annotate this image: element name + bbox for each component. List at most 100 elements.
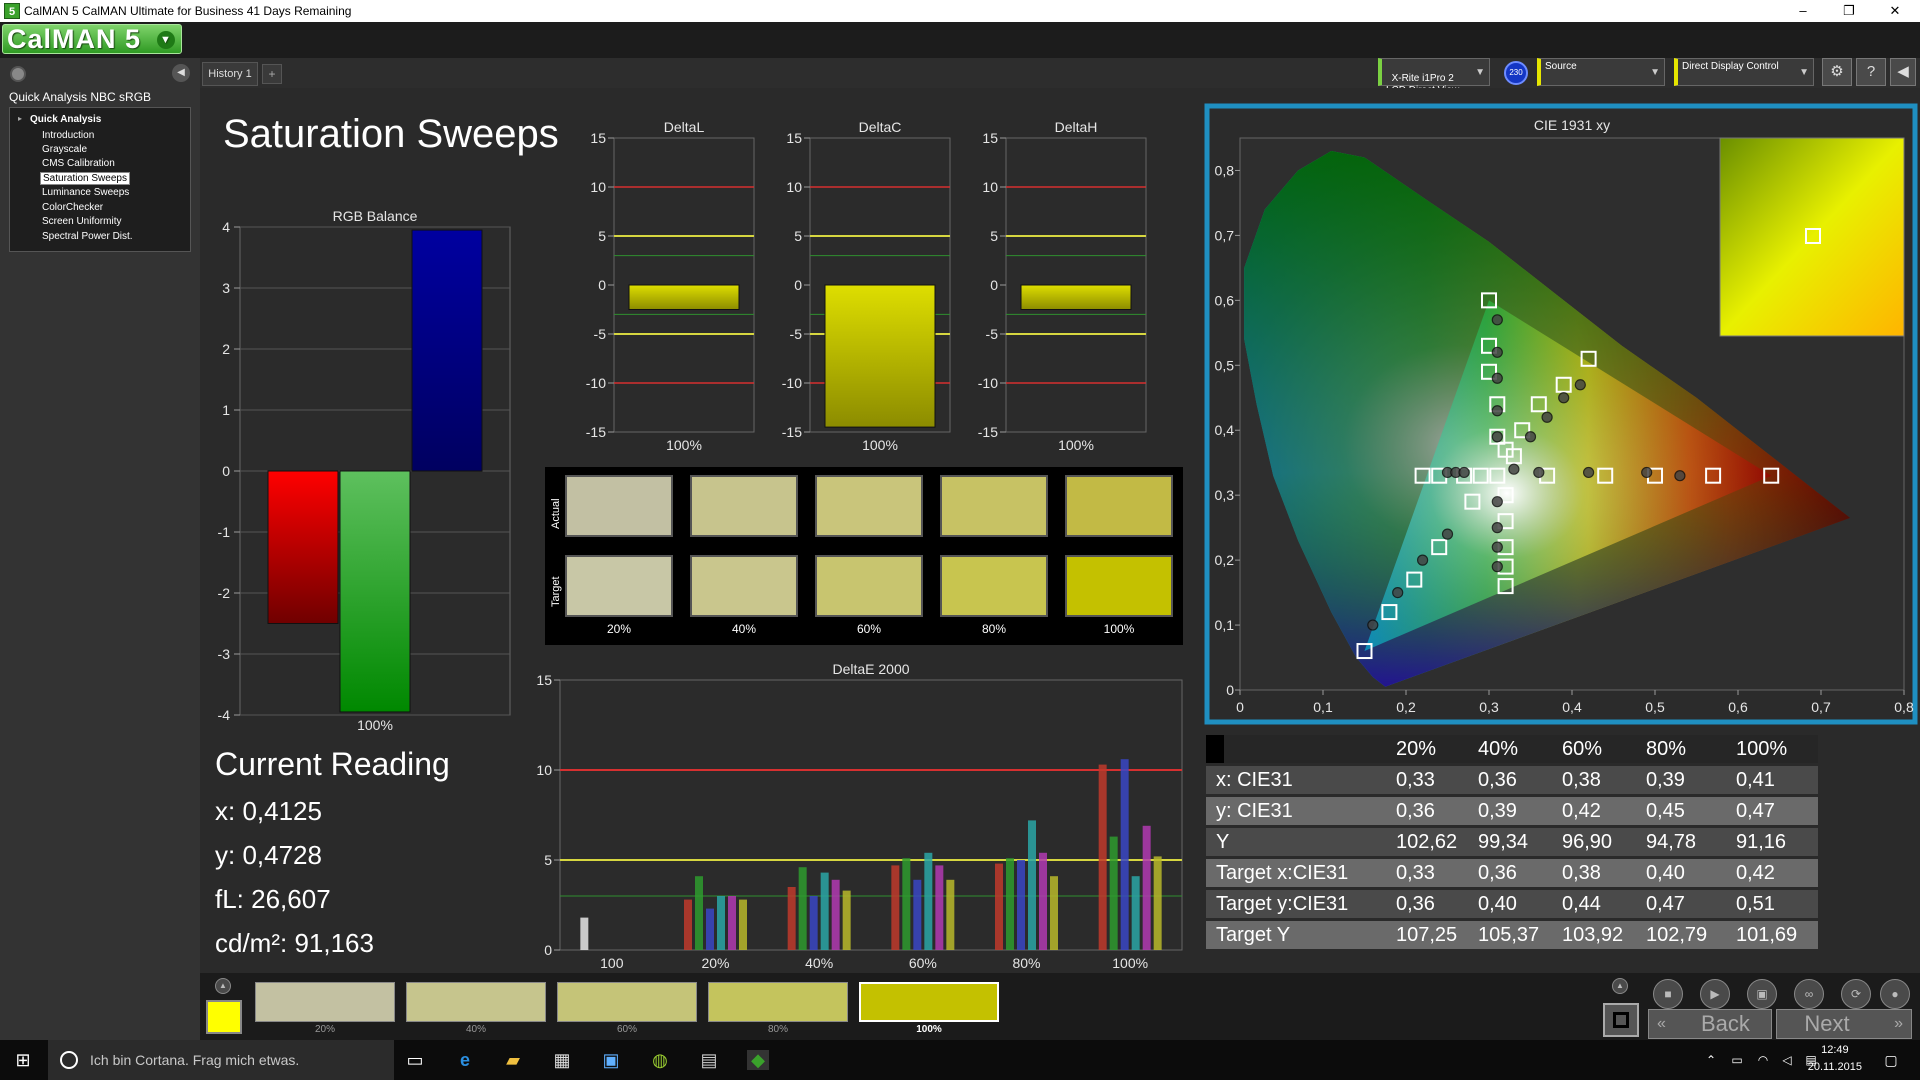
stop-button[interactable]	[1603, 1003, 1639, 1037]
delta-e-bar	[787, 887, 796, 950]
table-cell: 0,47	[1646, 893, 1685, 915]
stop-icon	[1613, 1012, 1629, 1028]
loop-icon[interactable]: ∞	[1794, 979, 1824, 1009]
delta-e-bar	[717, 896, 725, 950]
step-swatch-label: 20%	[314, 1024, 335, 1035]
red-balance-bar	[267, 470, 339, 624]
y-tick-label: -3	[218, 646, 231, 662]
y-tick-label: -10	[978, 375, 998, 391]
app-icon[interactable]: ◍	[649, 1050, 671, 1070]
tray-expand-icon[interactable]: ⌃	[1700, 1050, 1722, 1070]
table-header-cell: 100%	[1736, 738, 1788, 760]
y-tick-label: -15	[586, 424, 606, 440]
actual-swatch	[1065, 475, 1173, 537]
save-icon[interactable]: ▣	[1747, 979, 1777, 1009]
table-corner	[1206, 735, 1224, 763]
store-icon[interactable]: ▦	[551, 1050, 573, 1070]
battery-icon[interactable]: ▭	[1726, 1050, 1748, 1070]
measured-point	[1491, 405, 1503, 417]
back-button[interactable]: « Back	[1648, 1009, 1772, 1039]
volume-icon[interactable]: ◁	[1776, 1050, 1798, 1070]
step-swatch-label: 60%	[616, 1024, 637, 1035]
measured-point	[1541, 411, 1553, 423]
next-button[interactable]: Next »	[1776, 1009, 1912, 1039]
measured-point	[1508, 463, 1520, 475]
network-app-icon[interactable]: ▤	[698, 1050, 720, 1070]
y-tick-label: 0,6	[1215, 292, 1235, 308]
step-swatch[interactable]	[406, 982, 546, 1022]
calman-taskbar-icon[interactable]: ◆	[747, 1050, 769, 1070]
windows-start-icon[interactable]: ⊞	[12, 1050, 34, 1070]
x-tick-label: 100%	[1058, 437, 1094, 453]
table-cell: Target y:CIE31	[1216, 893, 1349, 915]
measured-point	[1491, 522, 1503, 534]
y-tick-label: 4	[222, 219, 230, 235]
step-swatch[interactable]	[708, 982, 848, 1022]
delta-e-bar	[809, 896, 818, 950]
y-tick-label: 0	[794, 277, 802, 293]
target-swatch	[815, 555, 923, 617]
x-tick-label: 100	[600, 955, 624, 971]
table-cell: Y	[1216, 831, 1230, 853]
taskbar-clock[interactable]: 12:49 20.11.2015	[1808, 1042, 1862, 1076]
table-cell: 0,39	[1478, 800, 1517, 822]
delta-e-bar	[739, 899, 747, 950]
table-cell: 0,51	[1736, 893, 1775, 915]
wifi-icon[interactable]: ◠	[1752, 1050, 1774, 1070]
stop-circle-icon[interactable]: ■	[1653, 979, 1683, 1009]
target-swatch	[565, 555, 673, 617]
file-explorer-icon[interactable]: ▰	[502, 1050, 524, 1070]
table-cell: 102,62	[1396, 831, 1458, 853]
y-tick-label: -5	[790, 326, 803, 342]
table-header-row: 20% 40% 60% 80% 100%	[1206, 735, 1818, 763]
play-icon[interactable]: ▶	[1700, 979, 1730, 1009]
control-panel-icon[interactable]: ▣	[600, 1050, 622, 1070]
table-header-cell: 20%	[1396, 738, 1437, 760]
delta-e-bar	[924, 852, 933, 950]
reading-y: y: 0,4728	[215, 840, 322, 870]
task-view-icon[interactable]: ▭	[404, 1050, 426, 1070]
y-tick-label: 5	[598, 228, 606, 244]
delta-e-bar	[1050, 876, 1058, 950]
y-tick-label: -2	[218, 585, 231, 601]
step-swatch[interactable]	[859, 982, 999, 1022]
delta-e-bar	[831, 879, 840, 950]
step-swatch[interactable]	[557, 982, 697, 1022]
delta-e-bar	[798, 867, 807, 950]
rgb-balance-chart: 4 3 2 1 0 -1 -2 -3 -4 100% RGB Balance	[218, 208, 511, 733]
cortana-search-box[interactable]: Ich bin Cortana. Frag mich etwas.	[48, 1040, 394, 1080]
table-header-cell: 80%	[1646, 738, 1687, 760]
y-tick-label: 15	[786, 130, 802, 146]
table-header-cell: 60%	[1562, 738, 1603, 760]
measured-point	[1491, 541, 1503, 553]
delta-e-bar	[1006, 858, 1014, 950]
swatch-label: 60%	[856, 622, 882, 636]
delta-e-bar	[1017, 860, 1025, 950]
actual-swatch	[815, 475, 923, 537]
x-tick-label: 0,3	[1479, 699, 1499, 715]
step-swatch[interactable]	[255, 982, 395, 1022]
measured-point	[1491, 346, 1503, 358]
table-cell: y: CIE31	[1216, 800, 1293, 822]
y-tick-label: 0,2	[1215, 552, 1235, 568]
x-tick-label: 40%	[805, 955, 833, 971]
green-balance-bar	[339, 470, 411, 713]
notifications-icon[interactable]: ▢	[1880, 1050, 1902, 1070]
table-row: y: CIE31 0,36 0,39 0,42 0,45 0,47	[1206, 797, 1818, 825]
eject-icon[interactable]: ▲	[1612, 978, 1628, 994]
refresh-icon[interactable]: ⟳	[1841, 979, 1871, 1009]
eject-icon[interactable]: ▲	[215, 978, 231, 994]
table-cell: 0,36	[1478, 769, 1517, 791]
actual-swatch	[690, 475, 798, 537]
table-row: Target x:CIE31 0,33 0,36 0,38 0,40 0,42	[1206, 859, 1818, 887]
actual-swatch	[565, 475, 673, 537]
table-cell: 0,40	[1646, 862, 1685, 884]
record-icon[interactable]: ●	[1880, 979, 1910, 1009]
current-reading-title: Current Reading	[215, 746, 450, 782]
edge-browser-icon[interactable]: e	[454, 1050, 476, 1070]
y-tick-label: 0,8	[1215, 162, 1235, 178]
delta-e-bar	[1109, 836, 1118, 950]
y-tick-label: 10	[536, 762, 552, 778]
y-tick-label: 0	[222, 463, 230, 479]
table-cell: 96,90	[1562, 831, 1613, 853]
